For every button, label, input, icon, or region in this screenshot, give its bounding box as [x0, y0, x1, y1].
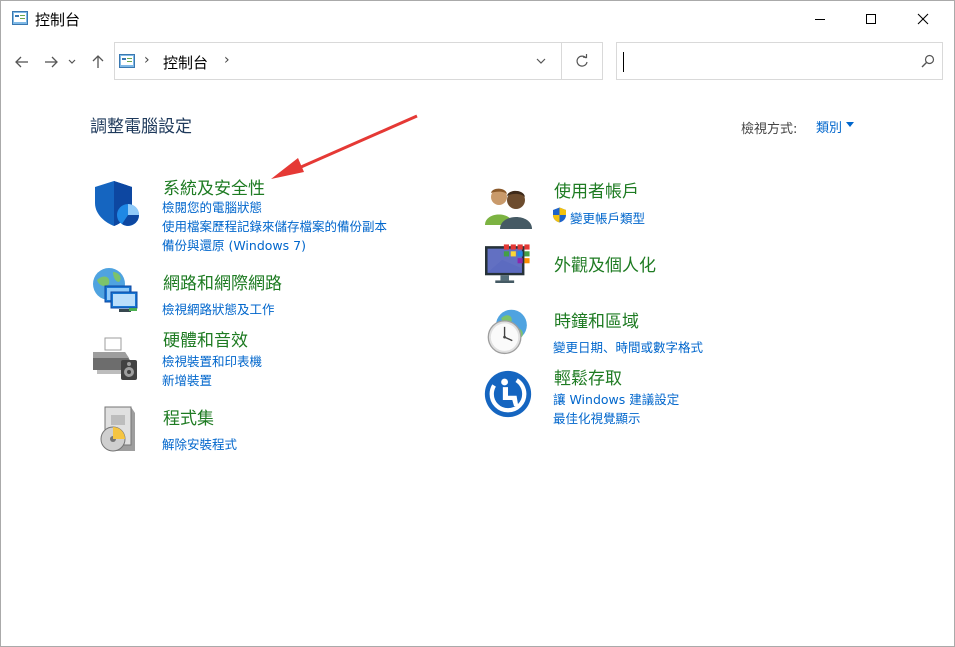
- category-title-programs[interactable]: 程式集: [163, 404, 214, 429]
- link-change-account-type[interactable]: 變更帳戶類型: [570, 208, 645, 227]
- forward-button[interactable]: [41, 51, 61, 73]
- chevron-down-icon[interactable]: [533, 54, 549, 68]
- control-panel-icon: [12, 11, 28, 25]
- search-box[interactable]: [616, 42, 943, 80]
- control-panel-icon: [119, 54, 135, 68]
- text-cursor: [623, 52, 624, 72]
- page-title: 調整電腦設定: [90, 117, 192, 137]
- users-icon[interactable]: [484, 183, 532, 231]
- minimize-button[interactable]: [797, 1, 843, 37]
- address-bar[interactable]: › 控制台 ›: [114, 42, 603, 80]
- link-file-history-backup[interactable]: 使用檔案歷程記錄來儲存檔案的備份副本: [162, 216, 387, 235]
- link-let-windows-suggest[interactable]: 讓 Windows 建議設定: [553, 389, 679, 408]
- link-optimize-visual-display[interactable]: 最佳化視覺顯示: [553, 408, 641, 427]
- chevron-down-icon: [68, 59, 76, 64]
- arrow-up-icon: [92, 55, 104, 68]
- up-button[interactable]: [88, 51, 108, 73]
- category-title-network-internet[interactable]: 網路和網際網路: [163, 269, 282, 294]
- link-uninstall-program[interactable]: 解除安裝程式: [162, 434, 237, 453]
- link-backup-restore-windows7[interactable]: 備份與還原 (Windows 7): [162, 235, 306, 254]
- maximize-icon: [866, 14, 876, 24]
- breadcrumb-separator[interactable]: ›: [224, 52, 230, 68]
- arrow-left-icon: [15, 56, 28, 68]
- breadcrumb-separator[interactable]: ›: [144, 52, 150, 68]
- clock-globe-icon[interactable]: [484, 308, 532, 356]
- close-icon: [917, 13, 929, 25]
- minimize-icon: [815, 19, 825, 20]
- view-by-dropdown[interactable]: 類別: [816, 117, 842, 136]
- dropdown-arrow-icon[interactable]: [846, 122, 854, 127]
- uac-shield-icon: [553, 207, 566, 223]
- category-title-clock-region[interactable]: 時鐘和區域: [554, 307, 639, 332]
- search-input[interactable]: [627, 51, 907, 71]
- category-title-user-accounts[interactable]: 使用者帳戶: [554, 177, 639, 202]
- printer-speaker-icon[interactable]: [91, 334, 139, 382]
- window-title: 控制台: [35, 11, 81, 29]
- link-network-status[interactable]: 檢視網路狀態及工作: [162, 299, 275, 318]
- category-title-hardware-sound[interactable]: 硬體和音效: [163, 326, 248, 351]
- category-title-system-security[interactable]: 系統及安全性: [163, 174, 265, 199]
- breadcrumb-control-panel[interactable]: 控制台: [163, 52, 208, 73]
- view-by-label: 檢視方式:: [741, 122, 798, 137]
- link-devices-printers[interactable]: 檢視裝置和印表機: [162, 351, 262, 370]
- link-add-device[interactable]: 新增裝置: [162, 370, 212, 389]
- back-button[interactable]: [12, 51, 32, 73]
- network-globe-icon[interactable]: [91, 266, 139, 314]
- arrow-right-icon: [45, 56, 58, 68]
- category-title-appearance[interactable]: 外觀及個人化: [554, 251, 656, 276]
- divider: [561, 43, 562, 79]
- monitor-icon[interactable]: [485, 241, 533, 289]
- link-change-date-time-format[interactable]: 變更日期、時間或數字格式: [553, 337, 703, 356]
- security-shield-icon[interactable]: [92, 179, 140, 227]
- ease-of-access-icon[interactable]: [484, 370, 532, 418]
- link-review-computer-status[interactable]: 檢閱您的電腦狀態: [162, 197, 262, 216]
- control-panel-window: 控制台 › 控制台 › 調整電腦設定 檢視方式: 類別 系統及安全性 檢閱您的電…: [0, 0, 955, 647]
- recent-locations-button[interactable]: [65, 51, 79, 73]
- maximize-button[interactable]: [848, 1, 894, 37]
- programs-icon[interactable]: [95, 405, 143, 453]
- category-title-ease-of-access[interactable]: 輕鬆存取: [554, 364, 622, 389]
- close-button[interactable]: [900, 1, 946, 37]
- refresh-icon[interactable]: [573, 52, 591, 70]
- annotation-arrow: [271, 114, 418, 179]
- search-icon[interactable]: [921, 54, 935, 68]
- title-bar[interactable]: 控制台: [1, 1, 954, 37]
